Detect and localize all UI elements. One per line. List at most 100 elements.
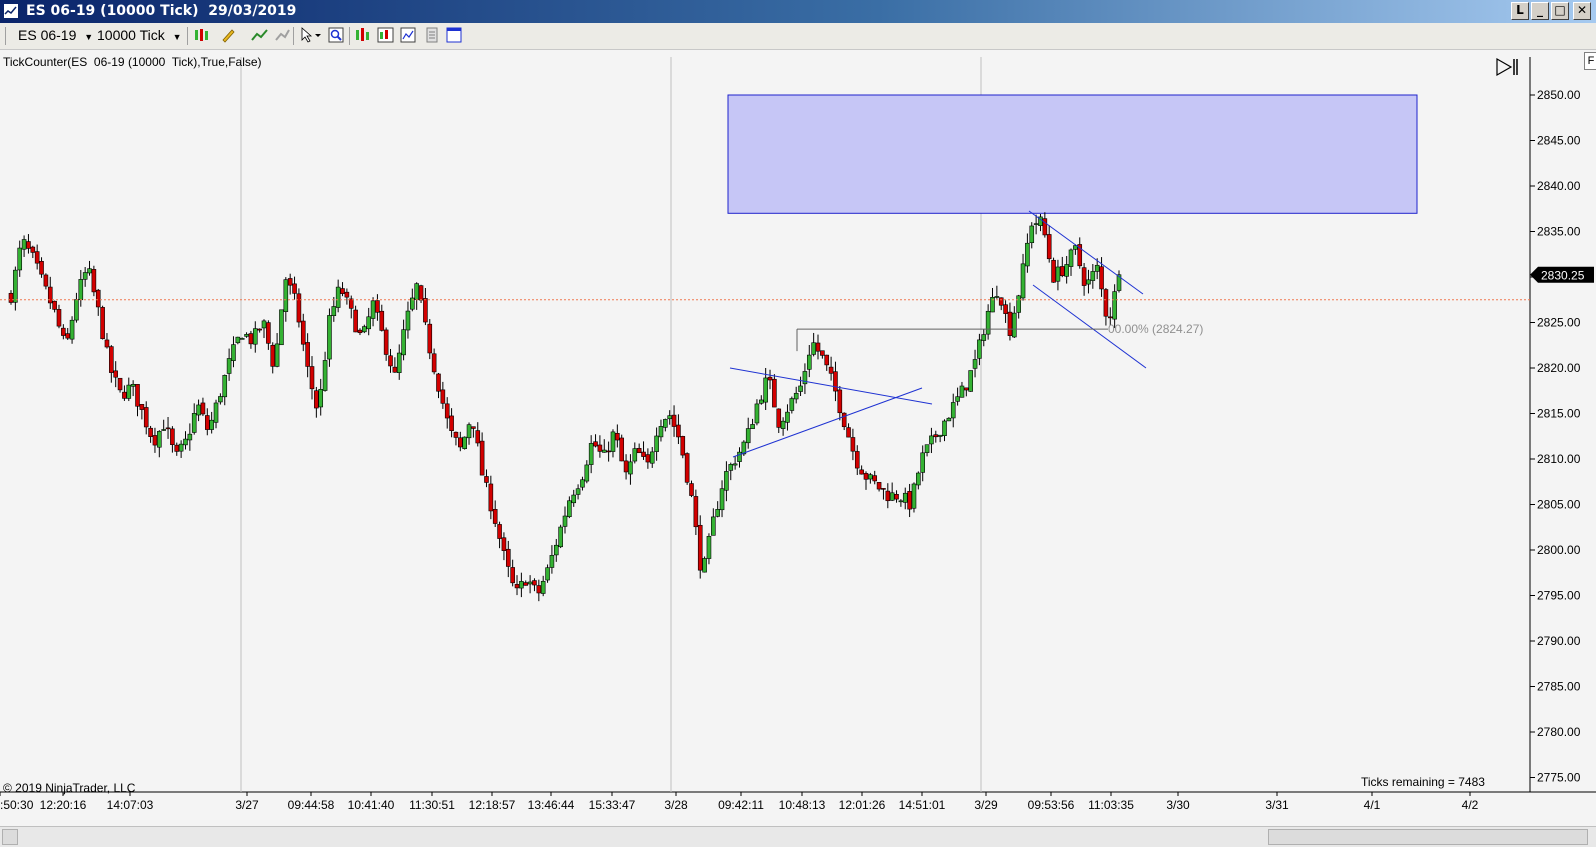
candle-up bbox=[209, 419, 214, 430]
candle-down bbox=[65, 333, 71, 339]
candle-up bbox=[663, 419, 668, 428]
candle-up bbox=[335, 286, 341, 308]
y-tick-label: 2775.00 bbox=[1537, 771, 1581, 785]
candle-up bbox=[575, 488, 581, 495]
candle-up bbox=[929, 435, 934, 445]
copy-icon[interactable] bbox=[424, 27, 440, 43]
candle-down bbox=[39, 261, 44, 275]
candle-down bbox=[767, 376, 773, 381]
candle-up bbox=[17, 247, 23, 271]
candle-down bbox=[841, 412, 847, 428]
candle-down bbox=[292, 283, 297, 294]
candle-down bbox=[693, 496, 699, 528]
candle-up bbox=[366, 316, 372, 330]
x-tick-label: 12:01:26 bbox=[839, 798, 886, 812]
candle-up bbox=[87, 268, 92, 274]
candle-up bbox=[466, 424, 472, 439]
pencil-draw-icon[interactable] bbox=[220, 27, 236, 43]
minimize-button[interactable]: _ bbox=[1531, 2, 1549, 20]
candle-down bbox=[854, 451, 860, 469]
horizontal-scrollbar[interactable] bbox=[0, 826, 1596, 847]
candle-up bbox=[658, 426, 664, 438]
scroll-left-button[interactable] bbox=[2, 829, 18, 845]
candle-up bbox=[811, 342, 816, 355]
price-chart[interactable]: 00.00% (2824.27) 2850.00 2845.00 2840.00 28… bbox=[0, 50, 1596, 846]
candle-down bbox=[453, 431, 459, 438]
candle-down bbox=[636, 448, 642, 454]
candle-up bbox=[1086, 279, 1091, 285]
candle-down bbox=[475, 430, 481, 444]
chart-trader-icon[interactable] bbox=[377, 27, 394, 43]
data-box-icon[interactable] bbox=[354, 27, 370, 43]
candle-up bbox=[222, 375, 228, 398]
x-tick-label: 3/31 bbox=[1265, 798, 1289, 812]
candle-down bbox=[641, 451, 646, 457]
candle-up bbox=[763, 377, 768, 403]
scrollbar-thumb[interactable] bbox=[1268, 829, 1588, 845]
candle-up bbox=[130, 383, 136, 387]
y-tick-label: 2845.00 bbox=[1537, 134, 1581, 148]
candle-down bbox=[375, 300, 380, 313]
candle-down bbox=[388, 355, 393, 367]
candle-up bbox=[916, 472, 921, 486]
candle-up bbox=[758, 399, 764, 404]
candle-up bbox=[937, 434, 943, 437]
interval-label: 10000 Tick bbox=[97, 27, 165, 43]
strategy-icon[interactable] bbox=[274, 27, 290, 43]
cursor-icon[interactable] bbox=[300, 27, 321, 43]
candle-down bbox=[615, 433, 620, 441]
candle-down bbox=[907, 491, 912, 510]
candle-up bbox=[462, 436, 467, 449]
scroll-to-end-icon[interactable] bbox=[1495, 57, 1519, 77]
candle-down bbox=[143, 407, 149, 428]
candle-down bbox=[170, 428, 175, 445]
candle-up bbox=[558, 526, 563, 548]
candle-down bbox=[523, 582, 529, 586]
chart-properties-icon[interactable] bbox=[400, 27, 416, 43]
candle-up bbox=[1020, 263, 1026, 299]
candle-down bbox=[1003, 304, 1008, 314]
close-button[interactable]: ✕ bbox=[1573, 2, 1591, 20]
candle-down bbox=[449, 415, 454, 431]
x-tick-label: 09:42:11 bbox=[718, 798, 764, 812]
instrument-selector[interactable]: ES 06-19 ▼ bbox=[18, 27, 93, 43]
x-tick-label: 3/27 bbox=[235, 798, 259, 812]
candle-up bbox=[196, 404, 201, 416]
indicator-icon[interactable] bbox=[250, 27, 268, 43]
candle-down bbox=[684, 453, 690, 483]
candle-down bbox=[139, 404, 145, 410]
candle-up bbox=[126, 384, 132, 399]
properties-corner-button[interactable]: F bbox=[1584, 52, 1596, 70]
candle-down bbox=[497, 524, 502, 539]
zoom-icon[interactable] bbox=[328, 27, 344, 43]
candle-down bbox=[427, 323, 433, 354]
candle-up bbox=[754, 403, 760, 424]
candle-down bbox=[204, 415, 210, 430]
candle-up bbox=[187, 433, 193, 441]
x-tick-label: 12:18:57 bbox=[469, 798, 516, 812]
x-tick-label: 3/30 bbox=[1166, 798, 1190, 812]
candle-down bbox=[418, 285, 424, 301]
candle-down bbox=[91, 269, 97, 293]
bar-type-icon[interactable] bbox=[193, 27, 209, 43]
candle-up bbox=[728, 464, 734, 471]
candle-down bbox=[353, 309, 358, 333]
candle-down bbox=[872, 475, 878, 482]
interval-selector[interactable]: 10000 Tick ▼ bbox=[97, 27, 182, 43]
candle-up bbox=[279, 309, 284, 346]
restore-button[interactable]: □ bbox=[1551, 2, 1569, 20]
candle-up bbox=[959, 385, 965, 398]
candle-up bbox=[213, 402, 219, 423]
link-button[interactable]: L bbox=[1511, 2, 1529, 20]
candle-up bbox=[1112, 291, 1117, 320]
candle-down bbox=[61, 327, 66, 336]
candle-up bbox=[553, 544, 559, 556]
candle-up bbox=[549, 555, 555, 568]
window-icon[interactable] bbox=[446, 27, 462, 43]
candle-up bbox=[584, 464, 590, 482]
candle-down bbox=[833, 371, 838, 392]
y-tick-label: 2825.00 bbox=[1537, 316, 1581, 330]
candle-down bbox=[1051, 259, 1056, 283]
candle-up bbox=[1033, 223, 1039, 225]
candle-down bbox=[423, 298, 428, 323]
